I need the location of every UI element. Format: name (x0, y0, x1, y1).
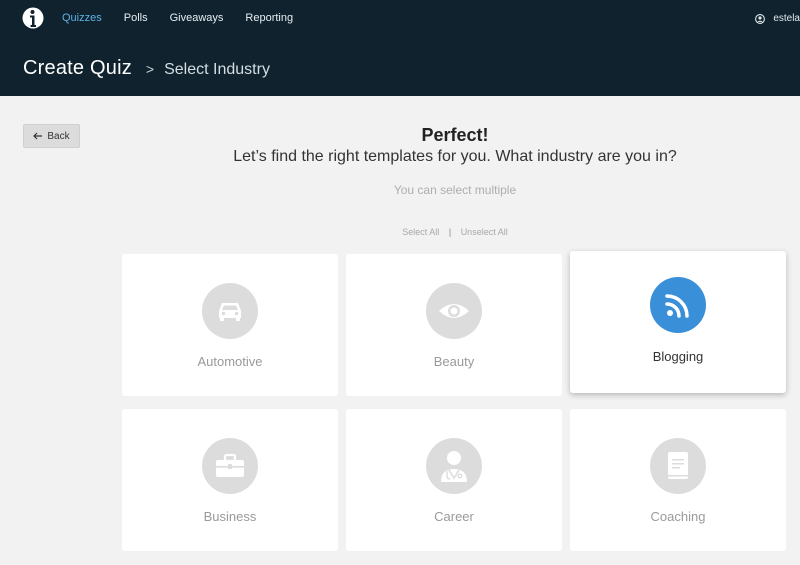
selection-divider: | (448, 227, 452, 237)
industry-icon-circle (202, 438, 258, 494)
main-nav: Quizzes Polls Giveaways Reporting (62, 12, 315, 24)
user-icon (755, 13, 766, 24)
industry-icon-circle (426, 438, 482, 494)
top-bar: Quizzes Polls Giveaways Reporting estela… (0, 0, 800, 96)
industry-label: Blogging (652, 349, 704, 364)
nav-giveaways[interactable]: Giveaways (170, 12, 224, 24)
industry-label: Business (203, 509, 257, 524)
breadcrumb: Create Quiz > Select Industry (23, 57, 270, 80)
headline: Perfect! (421, 125, 489, 145)
industry-label: Beauty (433, 354, 475, 369)
page-title: Create Quiz (23, 57, 132, 79)
eye-icon (439, 304, 469, 318)
industry-label: Career (434, 509, 474, 524)
doctor-icon (441, 451, 467, 482)
unselect-all-link[interactable]: Unselect All (461, 227, 508, 237)
multi-select-hint: You can select multiple (393, 183, 517, 197)
logo-icon[interactable] (22, 6, 44, 30)
industry-tile-automotive[interactable]: Automotive (122, 254, 338, 396)
industry-label: Coaching (650, 509, 706, 524)
briefcase-icon (216, 453, 244, 477)
user-menu[interactable]: estela (755, 13, 800, 24)
industry-icon-circle (650, 277, 706, 333)
user-name: estela (773, 13, 800, 24)
breadcrumb-separator: > (145, 61, 155, 77)
nav-reporting[interactable]: Reporting (245, 12, 293, 24)
industry-tile-career[interactable]: Career (346, 409, 562, 551)
book-icon (668, 452, 688, 479)
industry-icon-circle (426, 283, 482, 339)
industry-icon-circle (650, 438, 706, 494)
back-button[interactable]: Back (23, 124, 80, 148)
industry-tile-beauty[interactable]: Beauty (346, 254, 562, 396)
back-button-label: Back (47, 130, 70, 142)
page-subtitle: Select Industry (164, 61, 270, 78)
industry-tile-blogging[interactable]: Blogging (570, 251, 786, 393)
rss-icon (665, 294, 689, 318)
selection-links: Select All | Unselect All (120, 227, 790, 237)
nav-quizzes[interactable]: Quizzes (62, 12, 102, 24)
nav-polls[interactable]: Polls (124, 12, 148, 24)
car-icon (219, 303, 241, 321)
industry-label: Automotive (197, 354, 263, 369)
arrow-left-icon (33, 132, 43, 140)
industry-icon-circle (202, 283, 258, 339)
industry-tile-business[interactable]: Business (122, 409, 338, 551)
select-all-link[interactable]: Select All (402, 227, 439, 237)
industry-question: Let’s find the right templates for you. … (233, 148, 677, 165)
industry-tile-coaching[interactable]: Coaching (570, 409, 786, 551)
